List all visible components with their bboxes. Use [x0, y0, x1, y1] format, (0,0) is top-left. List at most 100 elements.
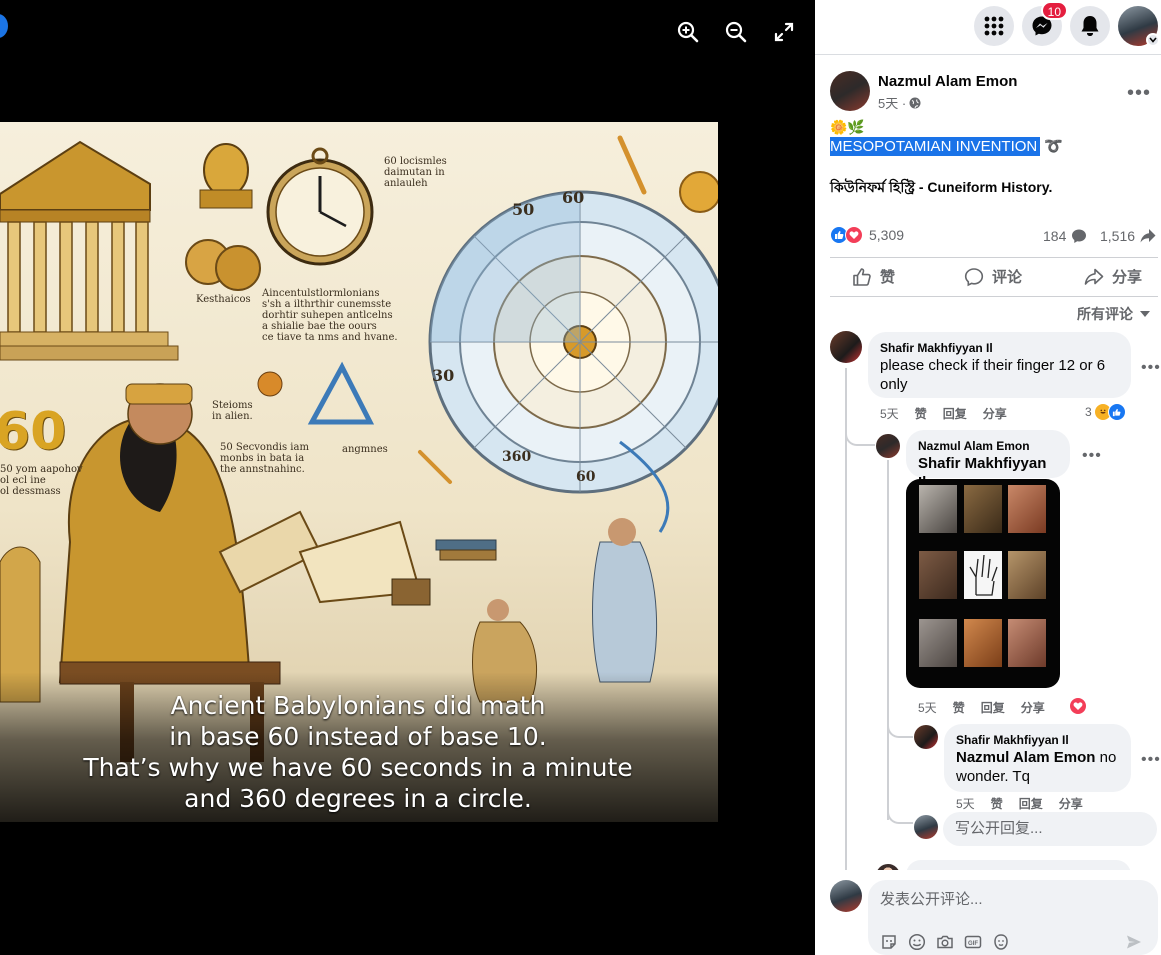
reply2-author-avatar[interactable] [914, 725, 938, 749]
share-button[interactable]: 分享 [1084, 266, 1142, 287]
reaction-summary[interactable]: 5,309 [830, 226, 904, 244]
reply2-time[interactable]: 5天 [956, 795, 975, 812]
comment-sort-label: 所有评论 [1077, 306, 1133, 322]
comment-options-button[interactable]: ••• [1141, 360, 1161, 376]
reply2-options-button[interactable]: ••• [1141, 752, 1161, 768]
reply-author-avatar[interactable] [876, 434, 900, 458]
chevron-down-icon [1149, 37, 1157, 43]
image-text-2: Aincentulstlormlonians s'sh a ilthrthir … [262, 288, 398, 343]
reply-reply-button[interactable]: 回复 [981, 699, 1005, 716]
comment-author[interactable]: Shafir Makhfiyyan Il [880, 340, 1119, 356]
image-text-7: angmnes [342, 444, 388, 455]
reply2-reply-button[interactable]: 回复 [1019, 795, 1043, 812]
post-time[interactable]: 5天 · [878, 93, 906, 112]
composer-tools: GIF [880, 933, 1010, 951]
dial-number-5: 60 [576, 469, 596, 485]
messenger-button[interactable]: 10 [1022, 1, 1068, 46]
reply-like-button[interactable]: 赞 [953, 699, 965, 716]
menu-button[interactable] [974, 6, 1014, 46]
zoom-in-button[interactable] [674, 18, 702, 46]
emoji-icon[interactable] [908, 933, 926, 951]
comment-icon [964, 267, 984, 286]
comment-sort-dropdown[interactable]: 所有评论 [1077, 304, 1151, 324]
post-highlight-text: MESOPOTAMIAN INVENTION [830, 137, 1041, 156]
like-small-icon [1107, 403, 1126, 421]
zoom-out-button[interactable] [722, 18, 750, 46]
comment-composer: 发表公开评论... GIF [815, 870, 1161, 955]
reply2-mention[interactable]: Nazmul Alam Emon [956, 749, 1095, 766]
comment-label: 评论 [992, 269, 1023, 286]
reply2-actions: 5天 赞 回复 分享 [956, 795, 1083, 812]
comment-input[interactable]: 发表公开评论... GIF [868, 880, 1158, 955]
comment-share-button[interactable]: 分享 [983, 405, 1007, 422]
share-count[interactable]: 1,516 [1100, 228, 1156, 244]
reply-author[interactable]: Nazmul Alam Emon [918, 438, 1058, 454]
post-image[interactable]: 60 60 locismles daimutan in anlauleh Ain… [0, 122, 718, 822]
fullscreen-icon [774, 22, 794, 42]
post-action-bar: 赞 评论 分享 [830, 257, 1158, 297]
notifications-button[interactable] [1070, 6, 1110, 46]
caption-line-4: and 360 degrees in a circle. [184, 784, 532, 813]
camera-icon[interactable] [936, 933, 954, 951]
share-count-value: 1,516 [1100, 228, 1136, 244]
share-arrow-icon [1140, 229, 1156, 243]
avatar-sticker-icon[interactable] [992, 933, 1010, 951]
reply-share-button[interactable]: 分享 [1021, 699, 1045, 716]
messenger-badge: 10 [1040, 1, 1068, 20]
send-button[interactable] [1126, 934, 1142, 955]
post-options-button[interactable]: ••• [1127, 83, 1151, 103]
comment-like-button[interactable]: 赞 [915, 405, 927, 422]
reply2-author[interactable]: Shafir Makhfiyyan Il [956, 732, 1119, 748]
image-tile [919, 619, 957, 667]
caption-line-2: in base 60 instead of base 10. [169, 722, 547, 751]
post-author-name[interactable]: Nazmul Alam Emon [878, 73, 1017, 90]
sticker-icon[interactable] [880, 933, 898, 951]
reply-image[interactable] [906, 479, 1060, 688]
love-reaction-icon [845, 226, 863, 244]
comment-text: please check if their finger 12 or 6 onl… [880, 357, 1106, 393]
comment-button[interactable]: 评论 [964, 266, 1022, 287]
zoom-in-icon [677, 21, 699, 43]
svg-text:GIF: GIF [968, 941, 978, 947]
top-bar: 10 [815, 0, 1161, 55]
composer-avatar[interactable] [830, 880, 862, 912]
menu-grid-icon [984, 16, 1004, 36]
reaction-count: 5,309 [869, 227, 905, 243]
love-reaction-icon[interactable] [1069, 697, 1087, 715]
comment-reactions[interactable]: 3 [1085, 403, 1126, 421]
reply2-like-button[interactable]: 赞 [991, 795, 1003, 812]
photo-viewer: 60 60 locismles daimutan in anlauleh Ain… [0, 0, 815, 955]
reply2-bubble: Shafir Makhfiyyan Il Nazmul Alam Emon no… [944, 724, 1131, 792]
account-menu-chevron[interactable] [1146, 33, 1160, 47]
reply-actions: 5天 赞 回复 分享 [918, 699, 1045, 716]
image-caption: Ancient Babylonians did math in base 60 … [40, 690, 676, 814]
reply-options-button[interactable]: ••• [1082, 448, 1102, 464]
like-button[interactable]: 赞 [852, 266, 895, 287]
thread-branch-3 [887, 800, 913, 824]
reply2-share-button[interactable]: 分享 [1059, 795, 1083, 812]
image-text-1: 60 locismles daimutan in anlauleh [384, 156, 447, 189]
post-emoji-line: 🌼🌿 [830, 119, 865, 135]
comment-bubble-icon [1072, 229, 1087, 243]
temple-illustration [0, 140, 179, 361]
comment-time[interactable]: 5天 [880, 405, 899, 422]
thread-branch-2 [887, 716, 913, 738]
zoom-out-icon [725, 21, 747, 43]
commenter-avatar[interactable] [830, 331, 862, 363]
close-button[interactable] [0, 14, 8, 38]
comment-input-placeholder: 发表公开评论... [880, 891, 983, 908]
comment-count[interactable]: 184 [1043, 228, 1087, 244]
thread-line-main [845, 368, 847, 878]
big-60-label: 60 [0, 402, 67, 462]
share-label: 分享 [1112, 269, 1143, 286]
fullscreen-button[interactable] [770, 18, 798, 46]
dial-number-3: 30 [432, 366, 455, 385]
gif-icon[interactable]: GIF [964, 933, 982, 951]
reply-input[interactable]: 写公开回复... [943, 812, 1157, 846]
reply-time[interactable]: 5天 [918, 699, 937, 716]
post-author-avatar[interactable] [830, 71, 870, 111]
thread-line-nested [887, 460, 889, 820]
image-text-5: Steioms in alien. [212, 400, 253, 422]
reply-bubble: Nazmul Alam Emon Shafir Makhfiyyan Il [906, 430, 1070, 491]
comment-reply-button[interactable]: 回复 [943, 405, 967, 422]
